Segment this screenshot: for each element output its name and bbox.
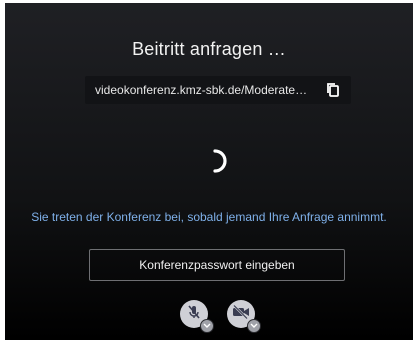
conference-url-box: videokonferenz.kmz-sbk.de/Moderate…	[85, 76, 351, 104]
chevron-down-icon[interactable]	[247, 319, 261, 333]
microphone-toggle-button[interactable]	[180, 300, 214, 333]
dialog-title: Beitritt anfragen …	[132, 39, 286, 59]
copy-icon[interactable]	[325, 82, 341, 98]
microphone-muted-icon	[186, 304, 202, 325]
camera-toggle-button[interactable]	[227, 300, 261, 333]
prejoin-dialog: Beitritt anfragen … videokonferenz.kmz-s…	[5, 3, 413, 340]
loading-spinner	[193, 141, 233, 181]
chevron-down-icon[interactable]	[200, 319, 214, 333]
waiting-message: Sie treten der Konferenz bei, sobald jem…	[31, 210, 387, 224]
conference-url: videokonferenz.kmz-sbk.de/Moderate…	[95, 83, 308, 97]
camera-off-icon	[232, 304, 250, 324]
enter-password-button[interactable]: Konferenzpasswort eingeben	[89, 249, 345, 281]
